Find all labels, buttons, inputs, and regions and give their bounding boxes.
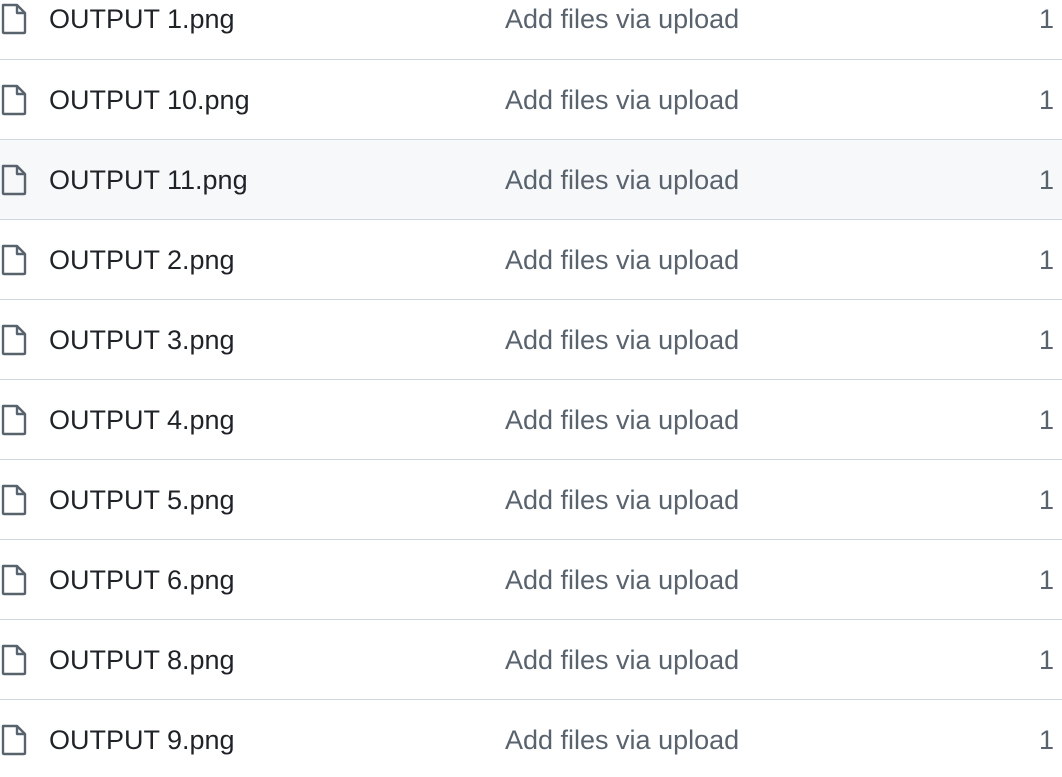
file-row[interactable]: OUTPUT 9.png Add files via upload 1 [0, 699, 1062, 777]
file-row[interactable]: OUTPUT 6.png Add files via upload 1 [0, 539, 1062, 619]
file-icon [0, 244, 28, 276]
commit-message-link[interactable]: Add files via upload [505, 700, 739, 777]
file-icon [0, 644, 28, 676]
commit-message-link[interactable]: Add files via upload [505, 0, 739, 59]
commit-age: 1 [1038, 485, 1054, 515]
commit-message-link[interactable]: Add files via upload [505, 220, 739, 299]
file-row[interactable]: OUTPUT 8.png Add files via upload 1 [0, 619, 1062, 699]
file-name-link[interactable]: OUTPUT 1.png [49, 0, 235, 59]
file-icon [0, 164, 28, 196]
file-row[interactable]: OUTPUT 1.png Add files via upload 1 [0, 0, 1062, 59]
file-icon [0, 484, 28, 516]
file-icon [0, 84, 28, 116]
file-name-link[interactable]: OUTPUT 11.png [49, 140, 248, 219]
commit-age: 1 [1038, 405, 1054, 435]
file-icon [0, 724, 28, 756]
file-icon [0, 564, 28, 596]
file-row[interactable]: OUTPUT 2.png Add files via upload 1 [0, 219, 1062, 299]
file-icon [0, 3, 28, 35]
file-name-link[interactable]: OUTPUT 3.png [49, 300, 235, 379]
file-row[interactable]: OUTPUT 4.png Add files via upload 1 [0, 379, 1062, 459]
file-name-link[interactable]: OUTPUT 10.png [49, 60, 250, 139]
file-row[interactable]: OUTPUT 5.png Add files via upload 1 [0, 459, 1062, 539]
file-name-link[interactable]: OUTPUT 4.png [49, 380, 235, 459]
file-name-link[interactable]: OUTPUT 9.png [49, 700, 235, 777]
commit-age: 1 [1038, 85, 1054, 115]
file-row[interactable]: OUTPUT 3.png Add files via upload 1 [0, 299, 1062, 379]
commit-age: 1 [1038, 645, 1054, 675]
file-name-link[interactable]: OUTPUT 2.png [49, 220, 235, 299]
commit-message-link[interactable]: Add files via upload [505, 620, 739, 699]
file-icon [0, 404, 28, 436]
commit-age: 1 [1038, 325, 1054, 355]
commit-age: 1 [1038, 4, 1054, 34]
file-name-link[interactable]: OUTPUT 8.png [49, 620, 235, 699]
commit-message-link[interactable]: Add files via upload [505, 380, 739, 459]
file-row[interactable]: OUTPUT 10.png Add files via upload 1 [0, 59, 1062, 139]
file-list: OUTPUT 1.png Add files via upload 1 OUTP… [0, 0, 1062, 777]
file-name-link[interactable]: OUTPUT 5.png [49, 460, 235, 539]
commit-message-link[interactable]: Add files via upload [505, 540, 739, 619]
commit-message-link[interactable]: Add files via upload [505, 140, 739, 219]
commit-age: 1 [1038, 725, 1054, 755]
file-name-link[interactable]: OUTPUT 6.png [49, 540, 235, 619]
commit-message-link[interactable]: Add files via upload [505, 60, 739, 139]
commit-age: 1 [1038, 165, 1054, 195]
file-icon [0, 324, 28, 356]
commit-message-link[interactable]: Add files via upload [505, 460, 739, 539]
commit-age: 1 [1038, 565, 1054, 595]
file-row[interactable]: OUTPUT 11.png Add files via upload 1 [0, 139, 1062, 219]
commit-age: 1 [1038, 245, 1054, 275]
commit-message-link[interactable]: Add files via upload [505, 300, 739, 379]
